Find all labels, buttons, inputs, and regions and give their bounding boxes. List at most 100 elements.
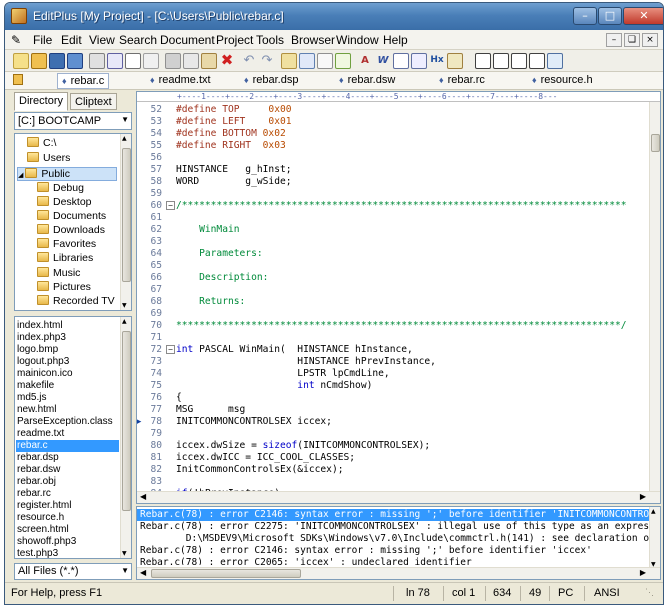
- list-item[interactable]: new.html: [17, 404, 56, 416]
- list-item[interactable]: makefile: [17, 380, 54, 392]
- list-item[interactable]: showoff.php3: [17, 536, 76, 548]
- scroll-up-icon[interactable]: ▲: [122, 135, 127, 142]
- menu-window[interactable]: Window: [336, 33, 379, 47]
- save-icon[interactable]: [49, 53, 65, 69]
- tree-item-desktop[interactable]: Desktop: [37, 196, 92, 210]
- cliptext-icon[interactable]: [447, 53, 463, 69]
- output-vertical-scrollbar[interactable]: ▲ ▼: [649, 507, 660, 569]
- output-line[interactable]: Rebar.c(78) : error C2065: 'iccex' : und…: [137, 557, 649, 565]
- list-item[interactable]: index.php3: [17, 332, 66, 344]
- toggle-window-icon[interactable]: [511, 53, 527, 69]
- tree-item-public[interactable]: ◢ Public: [17, 167, 117, 181]
- clipboard-icon[interactable]: [143, 53, 159, 69]
- menu-tools[interactable]: Tools: [256, 33, 284, 47]
- tab-cliptext[interactable]: Cliptext: [70, 93, 117, 110]
- tab-rebar-c[interactable]: ♦ rebar.c: [57, 73, 110, 89]
- code-line[interactable]: 72− int PASCAL WinMain( HINSTANCE hInstan…: [137, 344, 647, 356]
- code-line[interactable]: 68 Returns:: [137, 296, 647, 308]
- output-horizontal-scrollbar[interactable]: ◀ ▶: [137, 567, 660, 579]
- tab-rebar-dsp[interactable]: ♦ rebar.dsp: [244, 74, 298, 88]
- fullscreen-icon[interactable]: [529, 53, 545, 69]
- file-list[interactable]: index.html index.php3 logo.bmp logout.ph…: [14, 316, 132, 559]
- scroll-left-icon[interactable]: ◀: [140, 492, 146, 501]
- new-file-icon[interactable]: [13, 53, 29, 69]
- code-line[interactable]: 67: [137, 284, 647, 296]
- tree-item-music[interactable]: Music: [37, 267, 80, 281]
- code-line[interactable]: 59: [137, 188, 647, 200]
- code-line[interactable]: 70 **************************************…: [137, 320, 647, 332]
- output-line[interactable]: D:\MSDEV9\Microsoft SDKs\Windows\v7.0\In…: [137, 533, 649, 545]
- find-icon[interactable]: [281, 53, 297, 69]
- maximize-button[interactable]: □: [598, 7, 622, 25]
- list-item[interactable]: screen.html: [17, 524, 69, 536]
- scrollbar-thumb[interactable]: [651, 134, 660, 152]
- output-window[interactable]: Rebar.c(78) : error C2146: syntax error …: [136, 506, 661, 580]
- save-all-icon[interactable]: [67, 53, 83, 69]
- code-line[interactable]: 73 HINSTANCE hPrevInstance,: [137, 356, 647, 368]
- redo-icon[interactable]: ↷: [259, 53, 275, 69]
- code-line[interactable]: 56: [137, 152, 647, 164]
- tree-item-users[interactable]: Users: [27, 152, 70, 166]
- word-wrap-icon[interactable]: W: [375, 53, 391, 69]
- fold-toggle-icon[interactable]: −: [166, 345, 175, 354]
- code-line[interactable]: 57 HINSTANCE g_hInst;: [137, 164, 647, 176]
- scroll-left-icon[interactable]: ◀: [140, 568, 146, 577]
- code-line[interactable]: 78 ▶ INITCOMMONCONTROLSEX iccex;: [137, 416, 647, 428]
- code-line[interactable]: 61: [137, 212, 647, 224]
- tree-scrollbar[interactable]: ▲ ▼: [120, 134, 131, 310]
- fold-toggle-icon[interactable]: −: [166, 201, 175, 210]
- menu-browser[interactable]: Browser: [291, 33, 335, 47]
- tree-item-libraries[interactable]: Libraries: [37, 252, 93, 266]
- folder-icon[interactable]: [13, 74, 23, 85]
- menu-document[interactable]: Document: [160, 33, 215, 47]
- code-line[interactable]: 81 iccex.dwICC = ICC_COOL_CLASSES;: [137, 452, 647, 464]
- cut-icon[interactable]: [165, 53, 181, 69]
- code-line[interactable]: 76 {: [137, 392, 647, 404]
- copy-icon[interactable]: [183, 53, 199, 69]
- menu-project[interactable]: Project: [216, 33, 253, 47]
- document-icon[interactable]: ✎: [11, 33, 21, 47]
- output-window-icon[interactable]: [493, 53, 509, 69]
- code-line[interactable]: 66 Description:: [137, 272, 647, 284]
- close-button[interactable]: ✕: [623, 7, 663, 25]
- list-item[interactable]: rebar.obj: [17, 476, 56, 488]
- list-item[interactable]: rebar.rc: [17, 488, 51, 500]
- code-line[interactable]: 75 int nCmdShow): [137, 380, 647, 392]
- scrollbar-thumb[interactable]: [122, 148, 131, 282]
- scroll-right-icon[interactable]: ▶: [640, 568, 646, 577]
- scroll-right-icon[interactable]: ▶: [640, 492, 646, 501]
- browser-icon[interactable]: [547, 53, 563, 69]
- tab-rebar-rc[interactable]: ♦ rebar.rc: [439, 74, 485, 88]
- scrollbar-thumb[interactable]: [122, 331, 131, 511]
- mdi-restore-button[interactable]: ❏: [624, 33, 640, 47]
- tree-item-favorites[interactable]: Favorites: [37, 238, 96, 252]
- ruler-icon[interactable]: [411, 53, 427, 69]
- code-line[interactable]: 65: [137, 260, 647, 272]
- tab-directory[interactable]: Directory: [14, 92, 69, 111]
- list-item[interactable]: test.php3: [17, 548, 58, 558]
- code-line[interactable]: 63: [137, 236, 647, 248]
- print-icon[interactable]: [89, 53, 105, 69]
- title-bar[interactable]: EditPlus [My Project] - [C:\Users\Public…: [5, 3, 663, 30]
- list-item[interactable]: rebar.dsw: [17, 464, 60, 476]
- minimize-button[interactable]: –: [573, 7, 597, 25]
- code-line[interactable]: 80 iccex.dwSize = sizeof(INITCOMMONCONTRO…: [137, 440, 647, 452]
- scroll-down-icon[interactable]: ▼: [122, 550, 127, 557]
- hex-icon[interactable]: Hx: [429, 53, 445, 69]
- code-line[interactable]: 71: [137, 332, 647, 344]
- code-line[interactable]: 82 InitCommonControlsEx(&iccex);: [137, 464, 647, 476]
- code-line[interactable]: 64 Parameters:: [137, 248, 647, 260]
- code-line[interactable]: 77 MSG msg: [137, 404, 647, 416]
- mdi-minimize-button[interactable]: –: [606, 33, 622, 47]
- list-item[interactable]: ParseException.class: [17, 416, 113, 428]
- list-item[interactable]: readme.txt: [17, 428, 64, 440]
- output-line[interactable]: Rebar.c(78) : error C2146: syntax error …: [137, 509, 649, 521]
- code-line[interactable]: 52 #define TOP 0x00: [137, 104, 647, 116]
- spell-check-icon[interactable]: [125, 53, 141, 69]
- output-line[interactable]: Rebar.c(78) : error C2275: 'INITCOMMONCO…: [137, 521, 649, 533]
- tab-rebar-dsw[interactable]: ♦ rebar.dsw: [339, 74, 395, 88]
- directory-window-icon[interactable]: [475, 53, 491, 69]
- list-item[interactable]: register.html: [17, 500, 71, 512]
- list-item[interactable]: md5.js: [17, 392, 46, 404]
- tree-item-debug[interactable]: Debug: [37, 182, 84, 196]
